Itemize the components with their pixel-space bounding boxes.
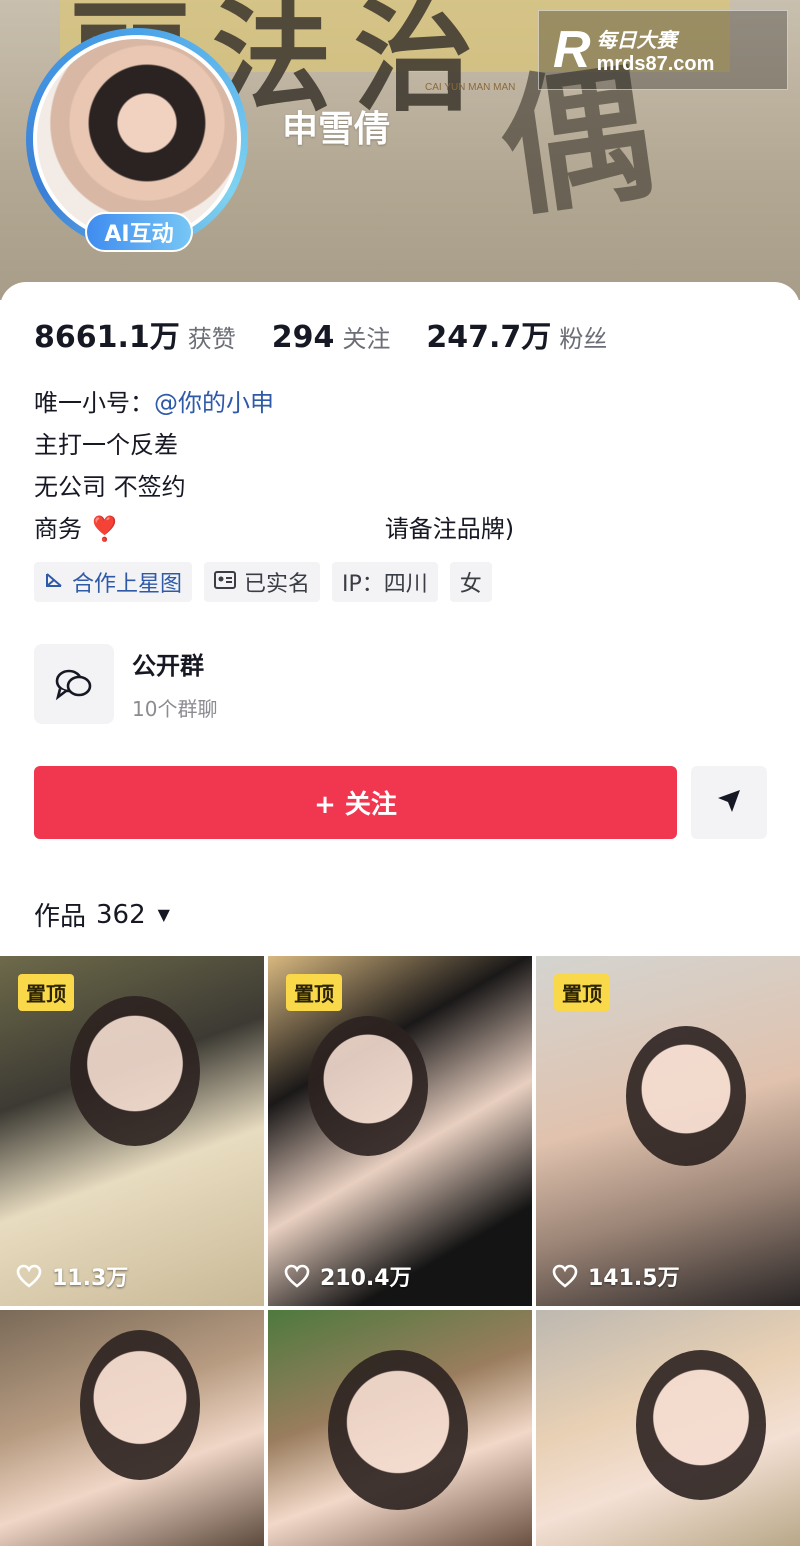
follow-button[interactable]: + 关注: [34, 766, 677, 839]
video-thumbnail: [70, 996, 200, 1146]
video-likes: 141.5万: [552, 1260, 680, 1292]
profile-bio: 唯一小号：@你的小申 主打一个反差 无公司 不签约 商务 ❣️ 请备注品牌): [34, 382, 514, 550]
pinned-badge: 置顶: [286, 974, 342, 1011]
tag-star-map[interactable]: 合作上星图: [34, 562, 193, 602]
video-tile[interactable]: [268, 1310, 532, 1546]
video-tile[interactable]: [536, 1310, 800, 1546]
video-grid: 置顶 11.3万 置顶 210.4万 置顶 141.5万: [0, 956, 800, 1546]
banner-subtitle: CAI YUN MAN MAN: [425, 82, 516, 93]
site-watermark: R 每日大赛 mrds87.com: [538, 10, 788, 90]
following-label: 关注: [342, 325, 391, 353]
likes-count: 141.5万: [588, 1266, 680, 1291]
tag-label: 已实名: [244, 572, 311, 597]
stat-followers[interactable]: 247.7万 粉丝: [426, 312, 607, 356]
followers-count: 247.7万: [426, 320, 552, 355]
profile-tags: 合作上星图 已实名 IP：四川 女: [34, 562, 504, 602]
tag-label: 合作上星图: [72, 572, 183, 597]
watermark-url: mrds87.com: [596, 53, 715, 75]
video-thumbnail: [636, 1350, 766, 1500]
video-thumbnail: [80, 1330, 200, 1480]
chat-bubbles-icon: [34, 644, 114, 724]
video-tile[interactable]: 置顶 141.5万: [536, 956, 800, 1306]
id-card-icon: [214, 570, 237, 594]
group-title: 公开群: [132, 652, 204, 680]
bio-line-text: 请备注品牌): [384, 515, 515, 543]
followers-label: 粉丝: [559, 325, 608, 353]
video-tile[interactable]: 置顶 210.4万: [268, 956, 532, 1306]
profile-nickname: 申雪倩: [282, 109, 391, 150]
likes-count: 11.3万: [52, 1266, 129, 1291]
send-icon: [714, 786, 744, 820]
works-label: 作品: [34, 902, 87, 932]
video-likes: 210.4万: [284, 1260, 412, 1292]
watermark-title: 每日大赛: [596, 30, 677, 52]
tag-gender: 女: [449, 562, 492, 602]
bio-line: 商务 ❣️ 请备注品牌): [34, 508, 514, 550]
works-count: 362: [96, 899, 146, 930]
bio-line: 主打一个反差: [34, 431, 178, 459]
stat-following[interactable]: 294 关注: [272, 319, 391, 355]
tag-ip-location: IP：四川: [332, 562, 438, 602]
works-tab[interactable]: 作品 362 ▼: [34, 896, 170, 933]
tag-label: 女: [459, 572, 482, 597]
pinned-badge: 置顶: [18, 974, 74, 1011]
public-group-entry[interactable]: 公开群 10个群聊: [34, 644, 217, 724]
bio-mention-link[interactable]: @你的小申: [154, 389, 274, 417]
profile-stats: 8661.1万 获赞 294 关注 247.7万 粉丝: [34, 312, 643, 356]
ai-interaction-badge[interactable]: AI互动: [85, 212, 193, 252]
likes-count: 8661.1万: [34, 320, 180, 355]
stat-likes[interactable]: 8661.1万 获赞: [34, 312, 236, 356]
bio-line-text: 商务: [34, 515, 82, 543]
heart-outline-icon: [16, 1264, 42, 1288]
share-button[interactable]: [691, 766, 767, 839]
heart-outline-icon: [552, 1264, 578, 1288]
bio-line: 无公司 不签约: [34, 473, 186, 501]
likes-label: 获赞: [187, 325, 236, 353]
video-tile[interactable]: [0, 1310, 264, 1546]
bio-line-text: 唯一小号：: [34, 389, 154, 417]
bio-line: 唯一小号：@你的小申: [34, 382, 514, 424]
likes-count: 210.4万: [320, 1266, 412, 1291]
caret-down-icon: ▼: [157, 905, 170, 924]
video-thumbnail: [328, 1350, 468, 1510]
video-tile[interactable]: 置顶 11.3万: [0, 956, 264, 1306]
watermark-logo: R: [553, 21, 591, 79]
video-thumbnail: [308, 1016, 428, 1156]
video-likes: 11.3万: [16, 1260, 128, 1292]
pinned-badge: 置顶: [554, 974, 610, 1011]
tag-label: IP：四川: [342, 572, 428, 597]
group-subtitle: 10个群聊: [132, 697, 218, 721]
star-map-icon: [44, 570, 64, 595]
tag-verified[interactable]: 已实名: [204, 562, 321, 602]
heart-emoji-icon: ❣️: [89, 515, 120, 543]
video-thumbnail: [626, 1026, 746, 1166]
heart-outline-icon: [284, 1264, 310, 1288]
following-count: 294: [271, 320, 335, 355]
